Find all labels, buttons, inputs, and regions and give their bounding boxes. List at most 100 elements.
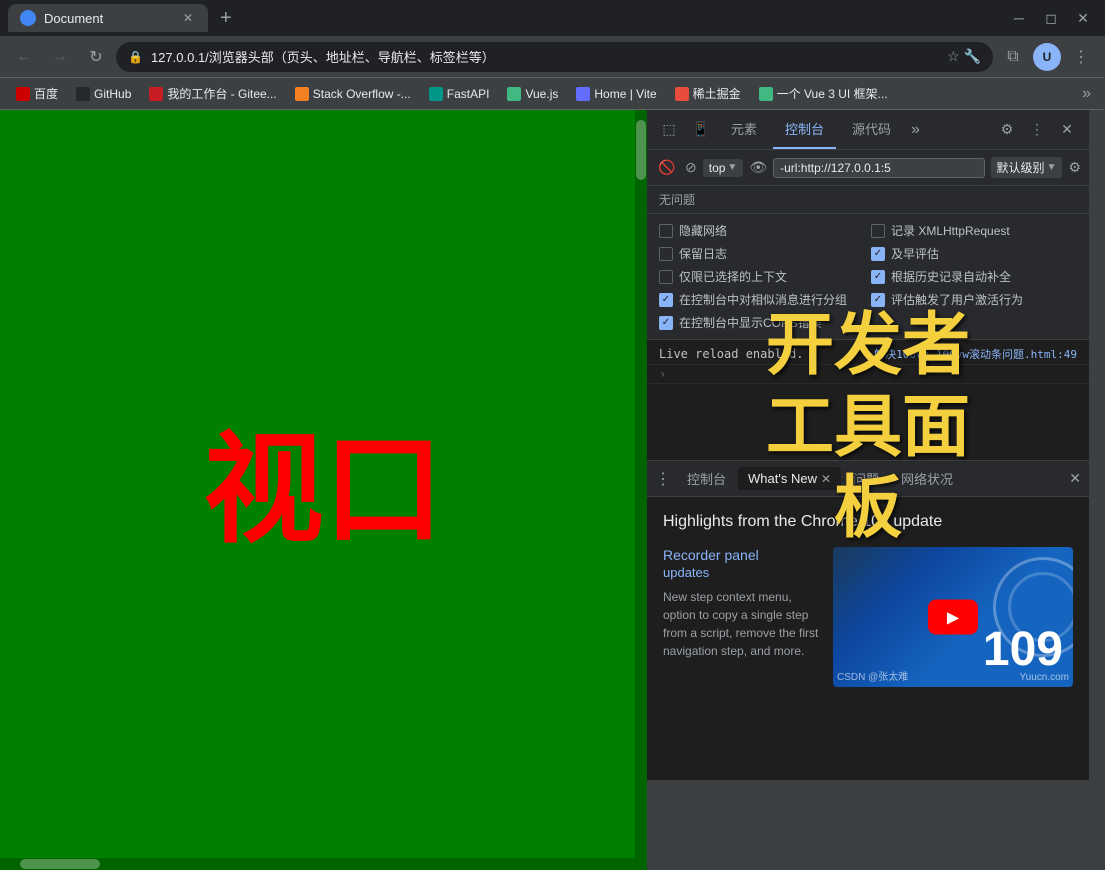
juejin-favicon (675, 87, 689, 101)
checkbox-hide-network-label: 隐藏网络 (679, 222, 727, 239)
menu-button[interactable]: ⋮ (1065, 41, 1097, 73)
csdn-watermark: CSDN @张太难 (837, 668, 908, 683)
bookmark-star-icon[interactable]: ☆ (947, 48, 960, 65)
devtools-more-button[interactable]: ⋮ (1023, 116, 1051, 144)
stackoverflow-favicon (295, 87, 309, 101)
console-log-link[interactable]: 解决100vh 100vw滚动条问题.html:49 (874, 346, 1077, 362)
omnibox[interactable]: 🔒 127.0.0.1/浏览器头部（页头、地址栏、导航栏、标签栏等） ☆ 🔧 (116, 42, 993, 72)
checkbox-preserve-log[interactable]: 保留日志 (659, 245, 865, 262)
checkbox-selected-context[interactable]: 仅限已选择的上下文 (659, 268, 865, 285)
bookmark-vue3[interactable]: 一个 Vue 3 UI 框架... (751, 81, 896, 106)
checkbox-hide-network[interactable]: 隐藏网络 (659, 222, 865, 239)
reload-button[interactable]: ↻ (80, 41, 112, 73)
extensions-button[interactable]: ⧉ (997, 41, 1029, 73)
checkbox-user-activation[interactable]: ✓ 评估触发了用户激活行为 (871, 291, 1077, 308)
bookmark-baidu[interactable]: 百度 (8, 81, 66, 106)
bookmark-vite-label: Home | Vite (594, 87, 656, 101)
checkbox-xmlhttp[interactable]: 记录 XMLHttpRequest (871, 222, 1077, 239)
bookmark-github[interactable]: GitHub (68, 83, 139, 105)
update-text: Recorder panel updates New step context … (663, 547, 821, 687)
checkbox-selected-context-box[interactable] (659, 270, 673, 284)
log-level-selector[interactable]: 默认级别 ▼ (991, 157, 1063, 178)
checkbox-autocomplete-box[interactable]: ✓ (871, 270, 885, 284)
forward-button[interactable]: → (44, 41, 76, 73)
close-button[interactable]: ✕ (1069, 4, 1097, 32)
bookmark-stackoverflow[interactable]: Stack Overflow -... (287, 83, 419, 105)
checkbox-eager-eval-box[interactable]: ✓ (871, 247, 885, 261)
checkbox-user-activation-box[interactable]: ✓ (871, 293, 885, 307)
tab-close-button[interactable]: ✕ (180, 10, 196, 26)
browser-actions: ⧉ U ⋮ (997, 41, 1097, 73)
whats-new-title: Highlights from the Chrome 109 update (663, 513, 1073, 531)
bottom-tab-issues[interactable]: 问题 (843, 465, 889, 492)
minimize-button[interactable]: ─ (1005, 4, 1033, 32)
horizontal-scrollbar[interactable] (0, 858, 635, 870)
bookmark-juejin[interactable]: 稀土掘金 (667, 81, 749, 106)
gitee-favicon (149, 87, 163, 101)
console-toolbar: 🚫 ⊘ top ▼ 👁 -url:http://127.0.0.1:5 默认级别… (647, 150, 1089, 186)
console-settings-button[interactable]: ⚙ (1068, 159, 1081, 176)
back-button[interactable]: ← (8, 41, 40, 73)
whats-new-tab-close-button[interactable]: ✕ (821, 472, 831, 486)
viewport-label: 视口 (204, 418, 444, 562)
checkbox-eager-eval[interactable]: ✓ 及早评估 (871, 245, 1077, 262)
update-section-title[interactable]: Recorder panel (663, 547, 821, 563)
console-stop-button[interactable]: ⊘ (685, 159, 697, 176)
address-bar: ← → ↻ 🔒 127.0.0.1/浏览器头部（页头、地址栏、导航栏、标签栏等）… (0, 36, 1105, 78)
bottom-tab-network-status[interactable]: 网络状况 (891, 465, 963, 492)
checkbox-preserve-log-label: 保留日志 (679, 245, 727, 262)
console-checkboxes: 隐藏网络 记录 XMLHttpRequest 保留日志 ✓ 及早评估 仅限已选择… (647, 214, 1089, 340)
vertical-scrollbar[interactable] (635, 110, 647, 870)
fastapi-favicon (429, 87, 443, 101)
devtools-tab-elements[interactable]: 元素 (719, 110, 769, 149)
console-clear-button[interactable]: 🚫 (655, 156, 679, 180)
devtools-inspect-button[interactable]: ⬚ (655, 116, 683, 144)
update-section-subtitle[interactable]: updates (663, 565, 821, 580)
checkbox-xmlhttp-box[interactable] (871, 224, 885, 238)
checkbox-hide-network-box[interactable] (659, 224, 673, 238)
restore-button[interactable]: ◻ (1037, 4, 1065, 32)
vue3-favicon (759, 87, 773, 101)
youtube-play-button[interactable]: ▶ (928, 600, 978, 635)
bookmark-vuejs[interactable]: Vue.js (499, 83, 566, 105)
bottom-tab-whats-new[interactable]: What's New ✕ (738, 467, 841, 490)
active-tab[interactable]: Document ✕ (8, 4, 208, 32)
bottom-tab-console[interactable]: 控制台 (677, 465, 736, 492)
new-tab-button[interactable]: + (216, 3, 236, 34)
checkbox-group-similar[interactable]: ✓ 在控制台中对相似消息进行分组 (659, 291, 865, 308)
devtools-tab-console[interactable]: 控制台 (773, 110, 836, 149)
context-selector[interactable]: top ▼ (703, 159, 744, 177)
extensions-icon[interactable]: 🔧 (964, 48, 981, 65)
devtools-device-button[interactable]: 📱 (687, 116, 715, 144)
checkbox-autocomplete[interactable]: ✓ 根据历史记录自动补全 (871, 268, 1077, 285)
scrollbar-thumb-horizontal[interactable] (20, 859, 100, 869)
checkbox-xmlhttp-label: 记录 XMLHttpRequest (891, 222, 1010, 239)
scrollbar-thumb-vertical[interactable] (636, 120, 646, 180)
bottom-panel-close-button[interactable]: ✕ (1069, 470, 1081, 487)
bottom-panel-dots-button[interactable]: ⋮ (655, 469, 671, 489)
issues-label: 无问题 (659, 191, 695, 208)
update-thumbnail[interactable]: ▶ 109 Yuucn.com CSDN @张太难 (833, 547, 1073, 687)
bookmark-gitee-label: 我的工作台 - Gitee... (167, 85, 276, 102)
console-eye-button[interactable]: 👁 (749, 159, 767, 176)
checkbox-selected-context-label: 仅限已选择的上下文 (679, 268, 787, 285)
profile-button[interactable]: U (1031, 41, 1063, 73)
tab-title: Document (44, 11, 103, 26)
checkbox-group-similar-box[interactable]: ✓ (659, 293, 673, 307)
bookmark-fastapi[interactable]: FastAPI (421, 83, 498, 105)
bookmarks-more-button[interactable]: » (1076, 81, 1097, 107)
checkbox-preserve-log-box[interactable] (659, 247, 673, 261)
devtools-tab-sources[interactable]: 源代码 (840, 110, 903, 149)
bookmark-stackoverflow-label: Stack Overflow -... (313, 87, 411, 101)
youtube-play-icon: ▶ (947, 607, 959, 627)
devtools-settings-button[interactable]: ⚙ (993, 116, 1021, 144)
context-dropdown-icon: ▼ (727, 162, 737, 173)
bookmark-gitee[interactable]: 我的工作台 - Gitee... (141, 81, 284, 106)
checkbox-cors-errors-box[interactable]: ✓ (659, 316, 673, 330)
console-filter-input[interactable]: -url:http://127.0.0.1:5 (773, 158, 984, 178)
bookmark-vite[interactable]: Home | Vite (568, 83, 664, 105)
devtools-more-tabs-button[interactable]: » (907, 121, 924, 139)
devtools-bottom-panel: ⋮ 控制台 What's New ✕ 问题 网络状况 ✕ (647, 460, 1089, 780)
checkbox-cors-errors[interactable]: ✓ 在控制台中显示CORS错误 (659, 314, 865, 331)
devtools-close-button[interactable]: ✕ (1053, 116, 1081, 144)
